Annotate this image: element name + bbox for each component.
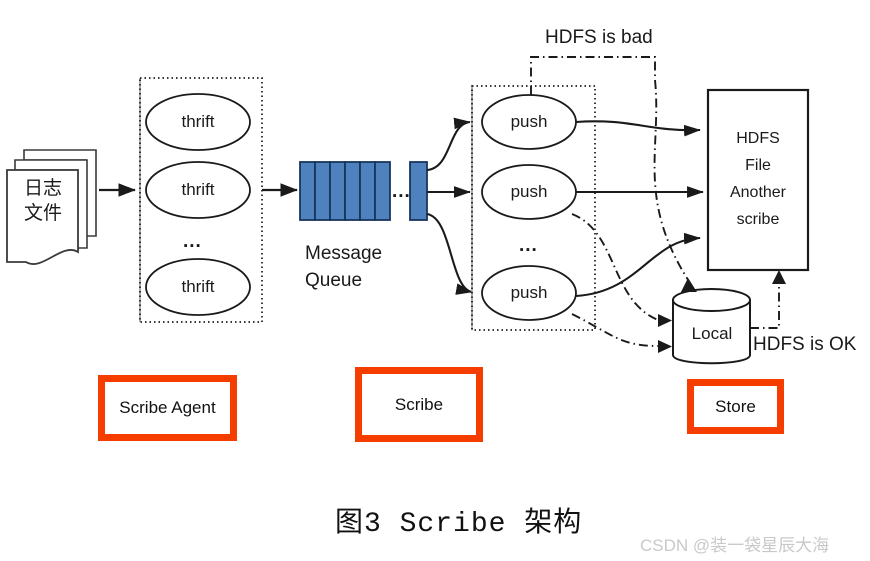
push-group-ellipsis: ... bbox=[519, 235, 538, 256]
csdn-watermark: CSDN @装一袋星辰大海 bbox=[640, 536, 830, 555]
message-queue-ellipsis: ... bbox=[392, 181, 411, 202]
message-queue-cells bbox=[299, 161, 391, 221]
thrift-node-2-label: thrift bbox=[181, 180, 215, 199]
thrift-node-3-label: thrift bbox=[181, 277, 215, 296]
log-files-label: 日志 文件 bbox=[23, 178, 62, 224]
diagram-vector-layer bbox=[6, 56, 810, 365]
thrift-node-1-label: thrift bbox=[181, 112, 215, 131]
push-node-1-label: push bbox=[510, 112, 548, 131]
push2-local-arrowhead bbox=[658, 314, 672, 327]
diagram-canvas: 日志 文件 thrift thrift thrift ... ... Messa… bbox=[0, 0, 870, 561]
local-cylinder-label: Local bbox=[691, 324, 733, 343]
hdfs-is-ok-annotation: HDFS is OK bbox=[753, 334, 857, 355]
message-queue-label: Message Queue bbox=[305, 243, 383, 291]
legend-store-label: Store bbox=[715, 396, 756, 416]
hdfs-is-ok-path bbox=[750, 282, 780, 329]
legend-scribe-label: Scribe bbox=[394, 394, 444, 414]
legend-store[interactable]: Store bbox=[687, 379, 784, 434]
push-node-2-label: push bbox=[510, 182, 548, 201]
arrow-queue-to-push-1 bbox=[426, 117, 471, 172]
message-queue-tail-cell bbox=[409, 161, 428, 221]
hdfs-is-bad-arrowhead bbox=[681, 278, 697, 292]
hdfs-is-ok-arrowhead bbox=[772, 270, 786, 284]
hdfs-box-label: HDFS File Another scribe bbox=[729, 130, 787, 228]
push-to-local-paths bbox=[571, 213, 659, 347]
push3-local-arrowhead bbox=[658, 340, 672, 353]
hdfs-is-bad-annotation: HDFS is bad bbox=[545, 27, 653, 48]
legend-scribe-agent-label: Scribe Agent bbox=[119, 398, 216, 417]
thrift-group-ellipsis: ... bbox=[183, 231, 202, 252]
legend-scribe[interactable]: Scribe bbox=[355, 367, 483, 442]
figure-caption: 图3 Scribe 架构 bbox=[335, 509, 583, 540]
push-node-3-label: push bbox=[510, 283, 548, 302]
legend-scribe-agent[interactable]: Scribe Agent bbox=[98, 375, 237, 441]
arrow-queue-to-push-3 bbox=[426, 212, 473, 295]
